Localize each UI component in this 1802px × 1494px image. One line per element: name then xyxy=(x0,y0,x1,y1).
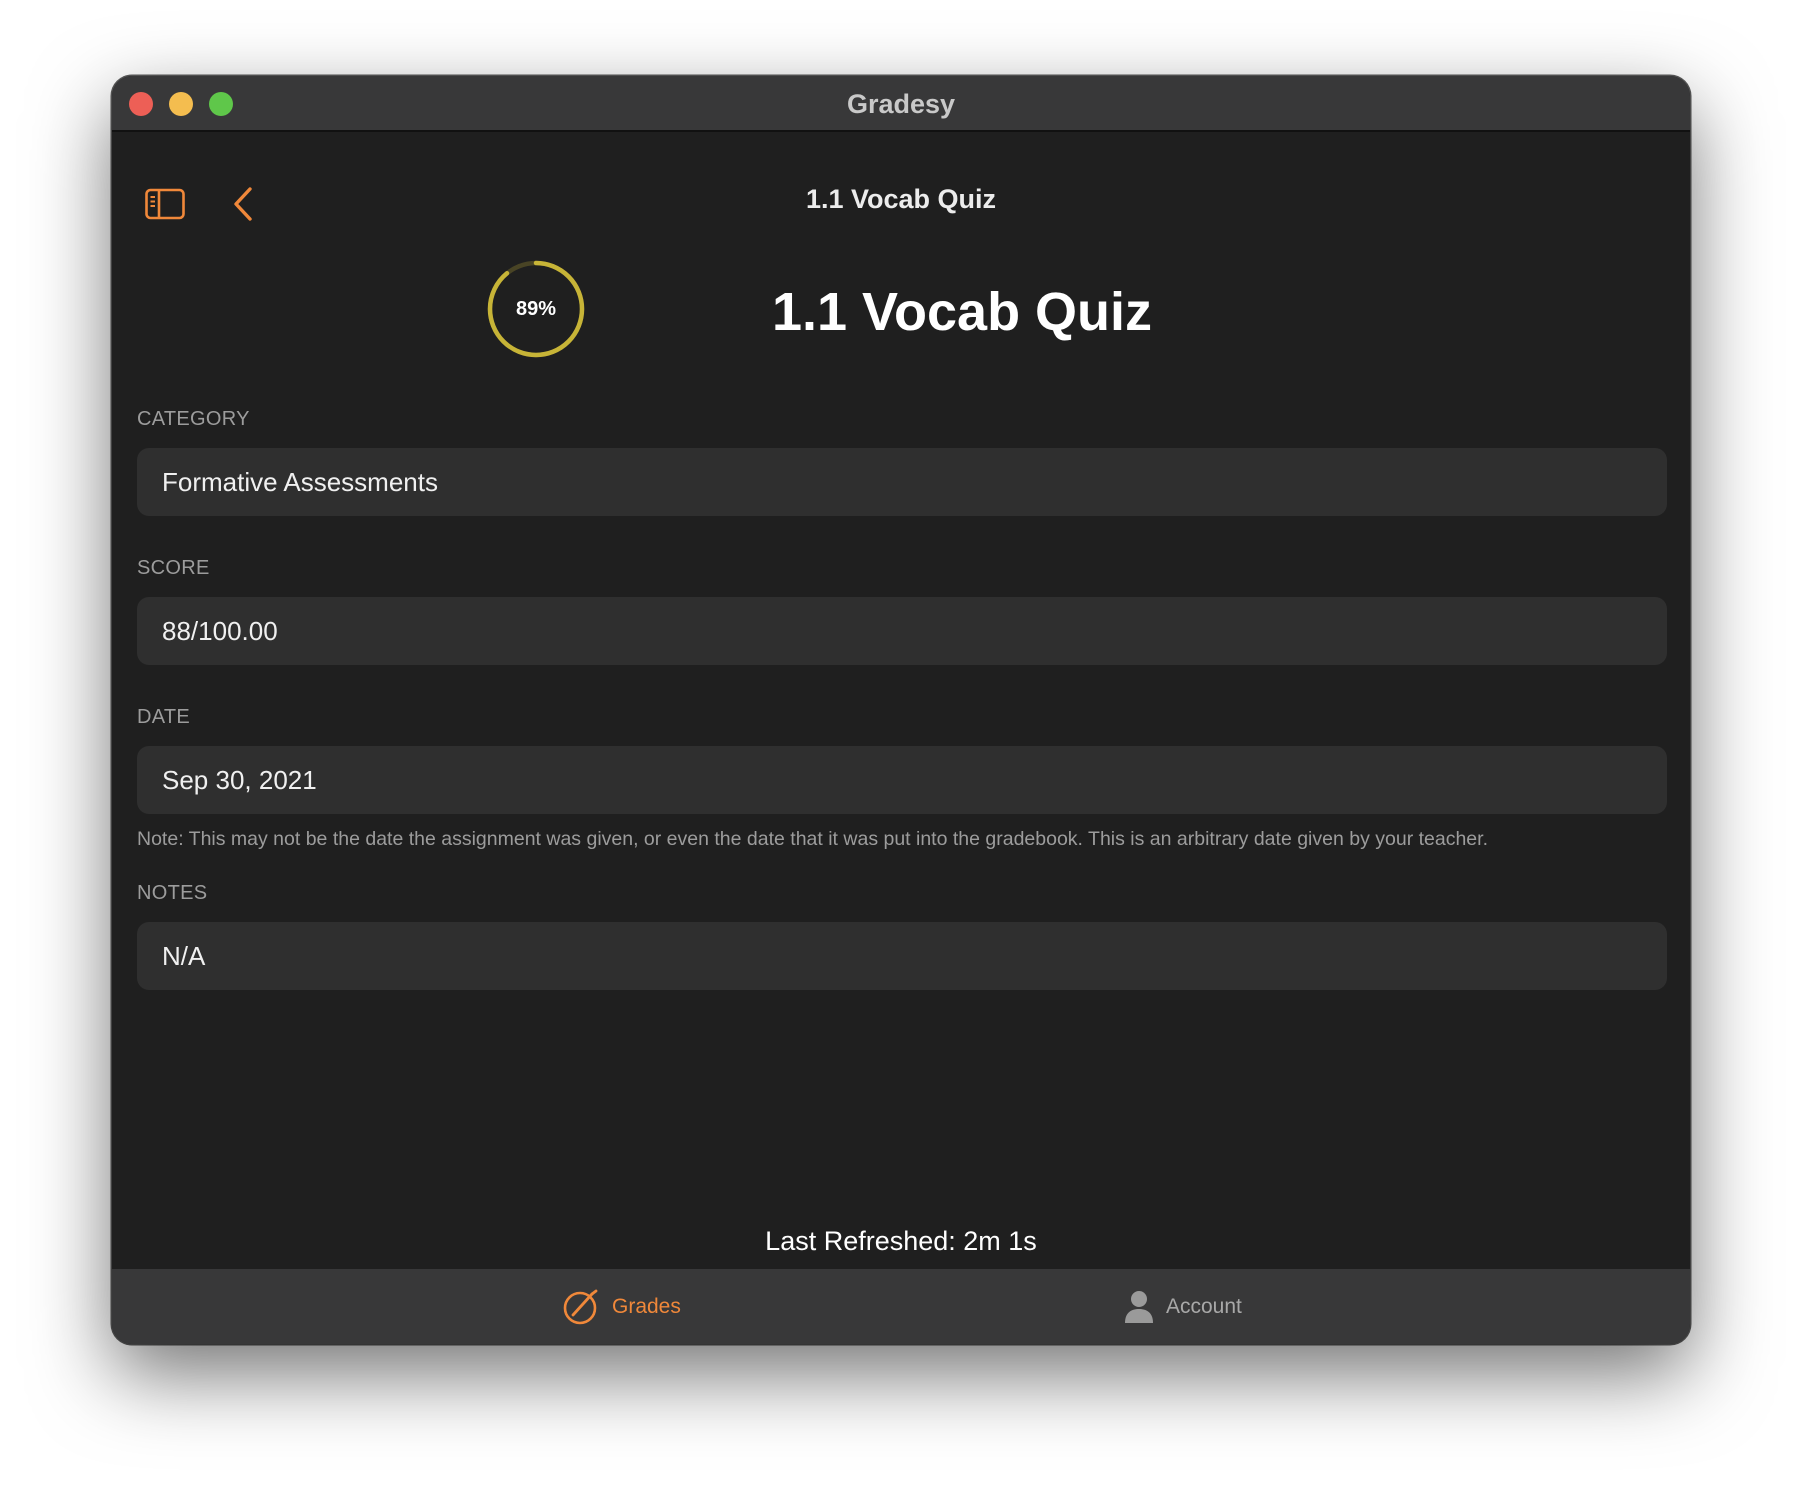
title-bar: Gradesy xyxy=(112,76,1690,132)
tab-grades-label: Grades xyxy=(612,1294,681,1318)
tab-grades[interactable]: Grades xyxy=(562,1269,681,1344)
percent-label: 89% xyxy=(515,298,557,320)
assignment-title: 1.1 Vocab Quiz xyxy=(771,282,1153,342)
tab-account[interactable]: Account xyxy=(1124,1269,1242,1344)
date-note: Note: This may not be the date the assig… xyxy=(137,828,1488,850)
grades-icon xyxy=(563,1289,598,1324)
tab-account-label: Account xyxy=(1166,1294,1242,1318)
date-field: Sep 30, 2021 xyxy=(137,746,1667,814)
app-window: Gradesy 1.1 Vocab Quiz 89% 1.1 Vocab Qui… xyxy=(112,76,1690,1344)
tab-bar: Grades Account xyxy=(112,1269,1690,1344)
window-title: Gradesy xyxy=(846,89,956,119)
grade-percent-ring: 89% xyxy=(485,258,587,360)
notes-label: NOTES xyxy=(137,882,208,904)
notes-field: N/A xyxy=(137,922,1667,990)
date-label: DATE xyxy=(137,706,191,728)
score-label: SCORE xyxy=(137,557,210,579)
category-field: Formative Assessments xyxy=(137,448,1667,516)
category-label: CATEGORY xyxy=(137,408,250,430)
nav-title: 1.1 Vocab Quiz xyxy=(805,184,997,214)
score-field: 88/100.00 xyxy=(137,597,1667,665)
person-icon xyxy=(1125,1290,1153,1323)
last-refreshed-text: Last Refreshed: 2m 1s xyxy=(765,1226,1037,1256)
